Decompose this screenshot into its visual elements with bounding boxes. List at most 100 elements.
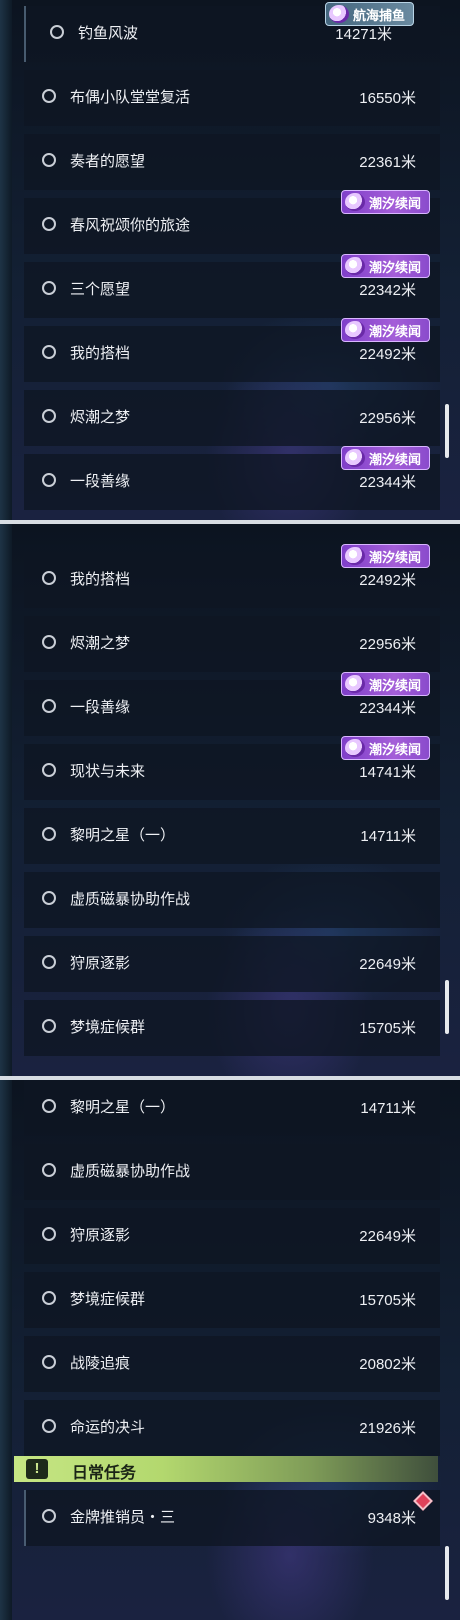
quest-distance: 22344米	[359, 474, 416, 491]
quest-title: 布偶小队堂堂复活	[70, 89, 191, 106]
radio-icon[interactable]	[42, 345, 56, 359]
red-diamond-icon	[413, 1491, 433, 1511]
quest-panel-3: 黎明之星（一） 14711米 虚质磁暴协助作战 狩原逐影 22649米 梦境症候…	[0, 1080, 460, 1620]
radio-icon[interactable]	[42, 1019, 56, 1033]
tide-icon	[344, 257, 365, 275]
quest-row[interactable]: 现状与未来 14741米 潮汐续闻	[24, 736, 440, 800]
quest-title: 虚质磁暴协助作战	[70, 891, 191, 908]
quest-title: 金牌推销员・三	[70, 1509, 176, 1526]
quest-row[interactable]: 烬潮之梦 22956米	[24, 616, 440, 672]
radio-icon[interactable]	[42, 1227, 56, 1241]
quest-row[interactable]: 黎明之星（一） 14711米	[24, 1080, 440, 1136]
quest-row[interactable]: 烬潮之梦 22956米	[24, 390, 440, 446]
quest-row[interactable]: 黎明之星（一） 14711米	[24, 808, 440, 864]
quest-tag-label: 潮汐续闻	[368, 549, 421, 565]
quest-tag-badge: 潮汐续闻	[340, 318, 430, 342]
quest-distance: 22492米	[359, 346, 416, 363]
quest-row[interactable]: 虚质磁暴协助作战	[24, 1144, 440, 1200]
quest-title: 春风祝颂你的旅途	[70, 217, 191, 234]
radio-icon[interactable]	[42, 1163, 56, 1177]
radio-icon[interactable]	[42, 153, 56, 167]
quest-title: 狩原逐影	[70, 1227, 131, 1244]
radio-icon[interactable]	[42, 699, 56, 713]
quest-distance: 16550米	[359, 90, 416, 107]
radio-icon[interactable]	[50, 25, 64, 39]
radio-icon[interactable]	[42, 891, 56, 905]
scrollbar-thumb[interactable]	[445, 980, 449, 1034]
quest-distance: 22649米	[359, 956, 416, 973]
daily-tasks-header[interactable]: ! 日常任务	[14, 1456, 438, 1482]
quest-tag-label: 潮汐续闻	[368, 677, 421, 693]
quest-row[interactable]: 春风祝颂你的旅途 潮汐续闻	[24, 190, 440, 254]
tide-icon	[344, 547, 365, 565]
quest-title: 虚质磁暴协助作战	[70, 1163, 191, 1180]
fish-icon	[328, 5, 349, 23]
quest-tag-label: 潮汐续闻	[368, 323, 421, 339]
tide-icon	[344, 321, 365, 339]
quest-tag-badge: 潮汐续闻	[340, 672, 430, 696]
quest-title: 命运的决斗	[70, 1419, 146, 1436]
quest-title: 战陵追痕	[70, 1355, 131, 1372]
quest-title: 现状与未来	[70, 763, 146, 780]
tide-icon	[344, 739, 365, 757]
radio-icon[interactable]	[42, 1099, 56, 1113]
scrollbar-thumb[interactable]	[445, 1546, 449, 1600]
quest-row[interactable]: 一段善缘 22344米 潮汐续闻	[24, 672, 440, 736]
radio-icon[interactable]	[42, 409, 56, 423]
quest-title: 三个愿望	[70, 281, 131, 298]
quest-tag-label: 潮汐续闻	[368, 259, 421, 275]
exclamation-icon: !	[26, 1459, 48, 1479]
scrollbar-thumb[interactable]	[445, 404, 449, 458]
quest-distance: 21926米	[359, 1420, 416, 1437]
quest-title: 我的搭档	[70, 345, 131, 362]
quest-tag-badge: 航海捕鱼	[324, 2, 414, 26]
radio-icon[interactable]	[42, 1419, 56, 1433]
quest-row[interactable]: 三个愿望 22342米 潮汐续闻	[24, 254, 440, 318]
quest-distance: 14741米	[359, 764, 416, 781]
quest-title: 黎明之星（一）	[70, 1099, 176, 1116]
quest-distance: 22361米	[359, 154, 416, 171]
quest-distance: 14711米	[360, 1100, 416, 1117]
quest-row[interactable]: 狩原逐影 22649米	[24, 1208, 440, 1264]
radio-icon[interactable]	[42, 1291, 56, 1305]
tide-icon	[344, 449, 365, 467]
quest-distance: 22956米	[359, 636, 416, 653]
radio-icon[interactable]	[42, 473, 56, 487]
quest-row[interactable]: 钓鱼风波 14271米 航海捕鱼	[24, 2, 440, 62]
quest-tag-label: 航海捕鱼	[352, 7, 405, 23]
radio-icon[interactable]	[42, 1355, 56, 1369]
radio-icon[interactable]	[42, 217, 56, 231]
quest-row[interactable]: 金牌推销员・三 9348米	[24, 1490, 440, 1546]
radio-icon[interactable]	[42, 827, 56, 841]
radio-icon[interactable]	[42, 763, 56, 777]
radio-icon[interactable]	[42, 281, 56, 295]
quest-title: 黎明之星（一）	[70, 827, 176, 844]
quest-row[interactable]: 奏者的愿望 22361米	[24, 134, 440, 190]
quest-distance: 22342米	[359, 282, 416, 299]
tide-icon	[344, 675, 365, 693]
radio-icon[interactable]	[42, 1509, 56, 1523]
quest-row[interactable]: 布偶小队堂堂复活 16550米	[24, 70, 440, 126]
quest-row[interactable]: 我的搭档 22492米 潮汐续闻	[24, 318, 440, 382]
tide-icon	[344, 193, 365, 211]
quest-row[interactable]: 我的搭档 22492米 潮汐续闻	[24, 544, 440, 608]
quest-row[interactable]: 狩原逐影 22649米	[24, 936, 440, 992]
quest-row[interactable]: 命运的决斗 21926米	[24, 1400, 440, 1456]
quest-title: 一段善缘	[70, 473, 131, 490]
radio-icon[interactable]	[42, 635, 56, 649]
quest-row[interactable]: 梦境症候群 15705米	[24, 1272, 440, 1328]
quest-title: 梦境症候群	[70, 1019, 146, 1036]
quest-tag-label: 潮汐续闻	[368, 451, 421, 467]
quest-row[interactable]: 战陵追痕 20802米	[24, 1336, 440, 1392]
radio-icon[interactable]	[42, 89, 56, 103]
quest-row[interactable]: 梦境症候群 15705米	[24, 1000, 440, 1056]
quest-distance: 22492米	[359, 572, 416, 589]
quest-distance: 15705米	[359, 1292, 416, 1309]
radio-icon[interactable]	[42, 955, 56, 969]
quest-row[interactable]: 一段善缘 22344米 潮汐续闻	[24, 446, 440, 510]
quest-row[interactable]: 虚质磁暴协助作战	[24, 872, 440, 928]
quest-tag-badge: 潮汐续闻	[340, 544, 430, 568]
quest-title: 烬潮之梦	[70, 409, 131, 426]
radio-icon[interactable]	[42, 571, 56, 585]
quest-title: 一段善缘	[70, 699, 131, 716]
